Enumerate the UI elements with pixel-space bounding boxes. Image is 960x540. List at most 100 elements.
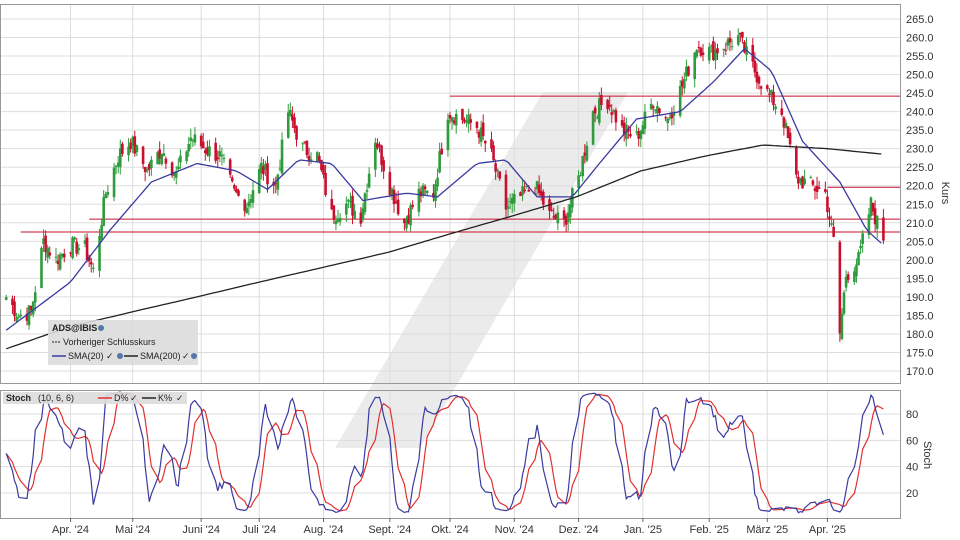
candle-body xyxy=(301,143,305,145)
candle-body xyxy=(177,166,180,170)
x-tick-label: Juni '24 xyxy=(182,524,220,536)
candle-body xyxy=(31,301,35,315)
stoch-tick-label: 40 xyxy=(906,462,918,474)
candle-body xyxy=(17,316,20,318)
candle-body xyxy=(481,122,485,137)
candle-body xyxy=(859,245,862,249)
candle-body xyxy=(102,197,105,226)
candle-body xyxy=(62,253,66,258)
candle-body xyxy=(58,254,62,270)
price-tick-label: 255.0 xyxy=(906,51,934,63)
legend-sma20: SMA(20) xyxy=(68,351,104,361)
candle-body xyxy=(233,185,236,189)
candle-body xyxy=(423,186,427,190)
x-tick-label: Nov. '24 xyxy=(495,524,534,536)
stoch-axis-label: Stoch xyxy=(921,441,933,469)
price-tick-label: 195.0 xyxy=(906,273,934,285)
price-tick-label: 245.0 xyxy=(906,88,934,100)
candle-body xyxy=(840,313,844,339)
candle-body xyxy=(504,174,508,210)
candle-body xyxy=(643,111,647,129)
candle-body xyxy=(658,108,661,114)
candle-body xyxy=(496,169,499,171)
candle-body xyxy=(759,86,763,89)
candle-body xyxy=(629,134,632,137)
x-tick-label: Jan. '25 xyxy=(624,524,662,536)
candle-body xyxy=(687,66,690,76)
candle-body xyxy=(216,157,220,160)
globe-icon xyxy=(117,353,123,359)
candle-body xyxy=(600,94,603,106)
candle-body xyxy=(201,141,205,149)
candle-body xyxy=(683,78,686,89)
candle-body xyxy=(4,297,8,300)
candle-body xyxy=(164,158,168,164)
candle-body xyxy=(295,126,298,140)
candle-body xyxy=(461,108,464,121)
stoch-legend: Stoch (10, 6, 6) D% ✓ K% ✓ xyxy=(3,392,187,404)
candle-body xyxy=(411,204,414,207)
candle-body xyxy=(104,194,108,199)
candle-body xyxy=(591,111,595,145)
candle-body xyxy=(345,203,348,215)
candle-body xyxy=(54,256,58,258)
candle-body xyxy=(492,145,495,161)
candle-body xyxy=(77,248,81,251)
candle-body xyxy=(846,274,850,280)
stoch-tick-label: 60 xyxy=(906,435,918,447)
candle-body xyxy=(610,112,614,115)
candle-body xyxy=(193,134,197,143)
stoch-tick-label: 20 xyxy=(906,488,918,500)
candle-body xyxy=(795,147,798,175)
price-tick-label: 215.0 xyxy=(906,199,934,211)
candle-body xyxy=(556,212,560,224)
candle-body xyxy=(48,252,52,256)
x-tick-label: Mai '24 xyxy=(115,524,150,536)
x-tick-label: Apr. '25 xyxy=(809,524,846,536)
candle-body xyxy=(666,118,670,124)
candle-body xyxy=(434,184,437,202)
candle-body xyxy=(98,236,101,271)
price-tick-label: 235.0 xyxy=(906,125,934,137)
legend-sma200: SMA(200) xyxy=(140,351,181,361)
candle-body xyxy=(280,139,284,174)
candle-body xyxy=(753,60,757,73)
candle-body xyxy=(353,210,356,220)
candle-body xyxy=(245,207,249,214)
candle-body xyxy=(19,314,23,317)
candle-body xyxy=(512,193,516,204)
candle-body xyxy=(736,35,740,45)
candle-body xyxy=(857,252,860,266)
check-icon: ✓ xyxy=(130,393,138,403)
candle-body xyxy=(112,167,116,198)
x-tick-label: März '25 xyxy=(746,524,788,536)
price-tick-label: 250.0 xyxy=(906,70,934,82)
price-tick-label: 265.0 xyxy=(906,14,934,26)
candle-body xyxy=(651,106,655,109)
x-tick-label: Feb. '25 xyxy=(690,524,729,536)
candle-body xyxy=(608,104,611,107)
candle-body xyxy=(824,189,827,192)
stock-chart: 265.0 260.0 255.0 250.0 245.0 240.0 235.0 230.0… xyxy=(0,0,960,540)
candle-body xyxy=(577,175,580,188)
globe-icon xyxy=(191,353,197,359)
candle-body xyxy=(701,52,705,56)
candle-body xyxy=(861,233,864,244)
candle-body xyxy=(695,50,699,57)
candle-body xyxy=(324,172,327,195)
check-icon: ✓ xyxy=(106,351,114,361)
candle-body xyxy=(187,144,191,152)
candle-body xyxy=(757,76,761,84)
price-tick-label: 225.0 xyxy=(906,162,934,174)
candle-body xyxy=(106,191,110,195)
candle-body xyxy=(875,215,879,229)
candle-body xyxy=(237,190,240,196)
candle-body xyxy=(707,47,711,61)
candle-body xyxy=(722,48,726,51)
stoch-tick-label: 80 xyxy=(906,409,918,421)
candle-body xyxy=(382,160,385,172)
candle-body xyxy=(830,223,833,225)
candle-body xyxy=(276,174,280,190)
candle-body xyxy=(425,190,429,194)
candle-body xyxy=(751,44,755,62)
